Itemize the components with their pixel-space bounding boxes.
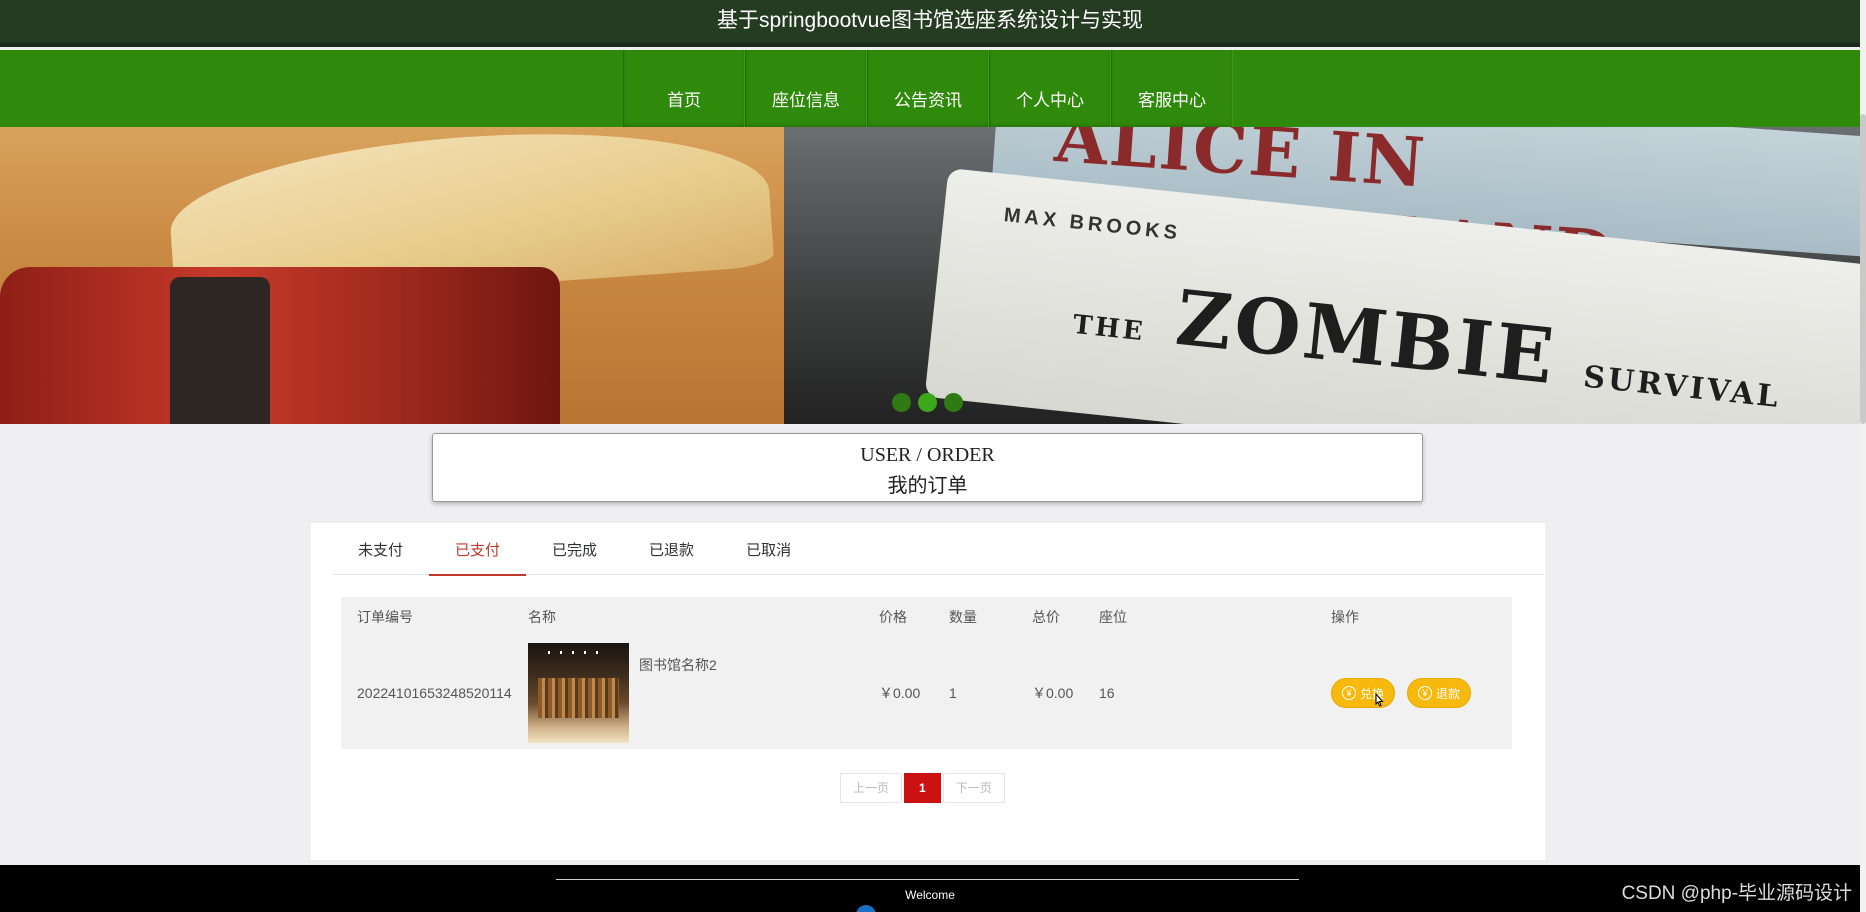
pagination: 上一页 1 下一页 [840, 773, 1005, 803]
nav-group: 首页 座位信息 公告资讯 个人中心 客服中心 [623, 50, 1233, 127]
footer-welcome: Welcome [905, 888, 955, 902]
next-page-button[interactable]: 下一页 [942, 773, 1005, 803]
col-actions: 操作 [1331, 609, 1359, 625]
site-title: 基于springbootvue图书馆选座系统设计与实现 [717, 9, 1143, 32]
carousel-dot-2[interactable] [918, 393, 937, 412]
order-panel: 未支付 已支付 已完成 已退款 已取消 订单编号 名称 价格 数量 总价 座位 … [311, 523, 1545, 860]
nav-item-announcements[interactable]: 公告资讯 [867, 50, 989, 127]
section-title-en: USER / ORDER [860, 444, 995, 466]
library-thumbnail[interactable] [528, 643, 629, 743]
tab-refunded[interactable]: 已退款 [623, 523, 720, 575]
table-row: 20224101653248520114 图书馆名称2 ￥0.00 1 ￥0.0… [341, 637, 1512, 749]
yen-icon: ¥ [1342, 686, 1356, 700]
col-name: 名称 [528, 609, 556, 625]
carousel-indicators [892, 393, 963, 412]
col-total: 总价 [1032, 609, 1060, 625]
seat: 16 [1099, 685, 1115, 701]
tab-unpaid[interactable]: 未支付 [332, 523, 429, 575]
site-title-bar: 基于springbootvue图书馆选座系统设计与实现 [0, 0, 1860, 47]
prev-page-button[interactable]: 上一页 [840, 773, 903, 803]
nav-item-home[interactable]: 首页 [623, 50, 745, 127]
col-price: 价格 [879, 609, 907, 625]
nav-item-seat-info[interactable]: 座位信息 [745, 50, 867, 127]
order-status-tabs: 未支付 已支付 已完成 已退款 已取消 [332, 523, 1544, 576]
col-qty: 数量 [949, 609, 977, 625]
tab-paid[interactable]: 已支付 [429, 523, 527, 576]
nav-item-profile[interactable]: 个人中心 [989, 50, 1111, 127]
nav-item-customer-service[interactable]: 客服中心 [1111, 50, 1233, 127]
col-order-no: 订单编号 [357, 609, 413, 625]
table-header: 订单编号 名称 价格 数量 总价 座位 操作 [341, 597, 1512, 637]
col-seat: 座位 [1099, 609, 1127, 625]
order-table: 订单编号 名称 价格 数量 总价 座位 操作 20224101653248520… [341, 597, 1512, 749]
mouse-cursor-icon [1375, 693, 1384, 707]
banner-image-zombie-books: ALICE IN ZOMBIELAND MAX BROOKS THE ZOMBI… [784, 127, 1860, 424]
watermark: CSDN @php-毕业源码设计 [1621, 883, 1852, 904]
footer: Welcome [0, 865, 1860, 912]
section-header: USER / ORDER 我的订单 [432, 433, 1423, 502]
page-scrollbar[interactable] [1860, 0, 1866, 912]
refund-button[interactable]: ¥ 退款 [1407, 678, 1472, 708]
redeem-button[interactable]: ¥ 兑换 [1331, 678, 1396, 708]
banner-carousel: ALICE IN ZOMBIELAND MAX BROOKS THE ZOMBI… [0, 127, 1860, 424]
carousel-dot-1[interactable] [892, 393, 911, 412]
carousel-dot-3[interactable] [944, 393, 963, 412]
tab-completed[interactable]: 已完成 [526, 523, 623, 575]
main-nav: 首页 座位信息 公告资讯 个人中心 客服中心 [0, 50, 1860, 127]
tab-cancelled[interactable]: 已取消 [720, 523, 817, 575]
page-1-button[interactable]: 1 [904, 773, 941, 803]
scrollbar-thumb[interactable] [1860, 114, 1866, 424]
name-cell: 图书馆名称2 [528, 643, 879, 743]
quantity: 1 [949, 685, 957, 701]
section-title-zh: 我的订单 [887, 475, 968, 497]
yen-icon: ¥ [1418, 686, 1433, 700]
total: ￥0.00 [1032, 685, 1074, 701]
banner-image-open-book [0, 127, 784, 424]
footer-divider [556, 879, 1299, 880]
price: ￥0.00 [879, 685, 921, 701]
order-no: 20224101653248520114 [357, 685, 512, 701]
actions-cell: ¥ 兑换 ¥ 退款 [1331, 678, 1512, 708]
library-name[interactable]: 图书馆名称2 [639, 655, 717, 675]
